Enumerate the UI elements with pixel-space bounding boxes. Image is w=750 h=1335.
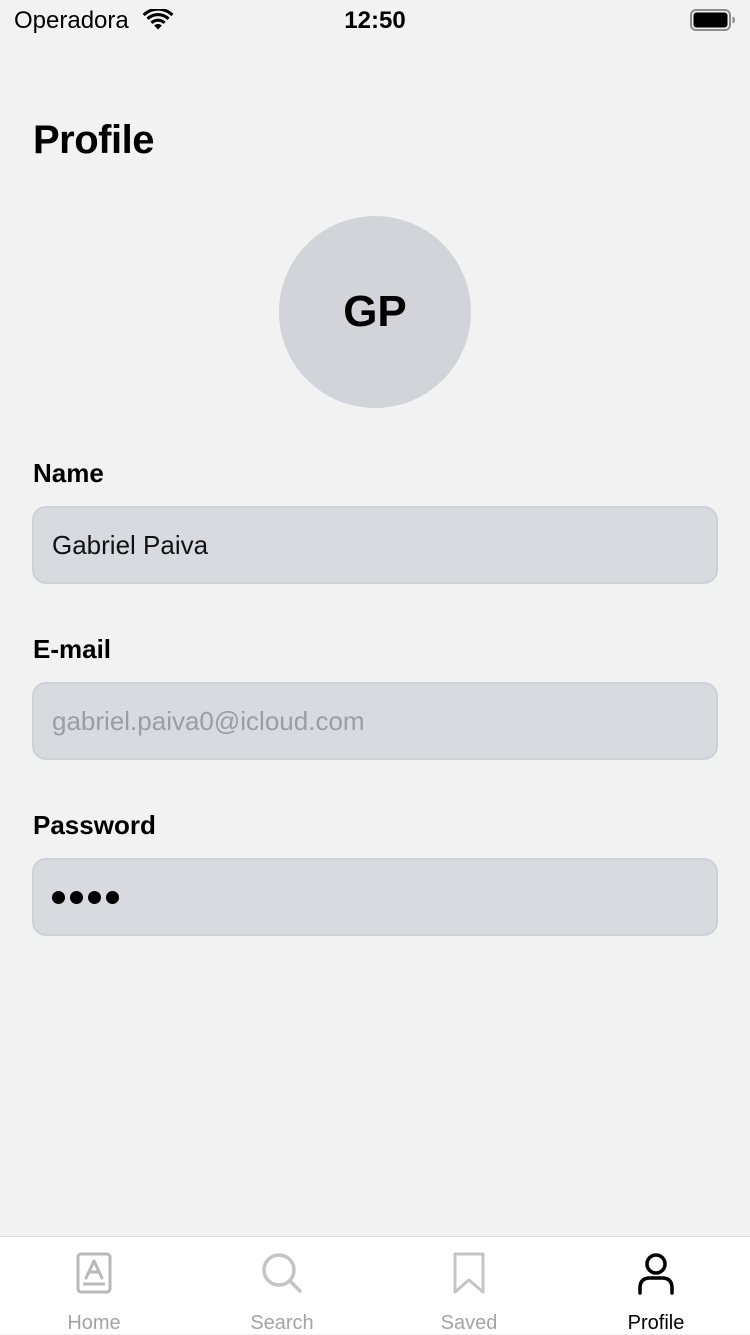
tab-label-home: Home xyxy=(67,1312,121,1334)
battery-icon xyxy=(690,9,735,31)
tab-label-profile: Profile xyxy=(627,1312,685,1334)
email-field-container xyxy=(32,682,718,760)
tab-search[interactable]: Search xyxy=(188,1237,376,1335)
name-label: Name xyxy=(33,458,104,488)
avatar-initials: GP xyxy=(343,287,407,336)
book-icon xyxy=(76,1252,112,1294)
page-title: Profile xyxy=(33,118,154,162)
name-field-container xyxy=(32,506,718,584)
tab-saved[interactable]: Saved xyxy=(375,1237,563,1335)
password-dot xyxy=(106,890,119,904)
bookmark-icon xyxy=(453,1252,485,1294)
password-mask xyxy=(52,890,119,904)
email-field[interactable] xyxy=(52,705,698,737)
password-dot xyxy=(70,890,83,904)
search-icon xyxy=(262,1253,302,1293)
email-label: E-mail xyxy=(33,634,112,664)
tab-label-saved: Saved xyxy=(440,1312,498,1334)
status-bar: Operadora 12:50 xyxy=(0,0,750,40)
status-time: 12:50 xyxy=(344,7,406,34)
tab-home[interactable]: Home xyxy=(0,1237,188,1335)
person-icon xyxy=(638,1253,674,1295)
avatar[interactable]: GP xyxy=(279,216,471,408)
tab-profile[interactable]: Profile xyxy=(562,1237,750,1335)
password-dot xyxy=(88,890,101,904)
name-field[interactable] xyxy=(52,529,698,561)
password-label: Password xyxy=(33,810,156,840)
password-field[interactable] xyxy=(32,858,718,936)
password-dot xyxy=(52,890,65,904)
tab-label-search: Search xyxy=(250,1312,314,1334)
tab-bar: Home Search Saved Profile xyxy=(0,1236,750,1334)
